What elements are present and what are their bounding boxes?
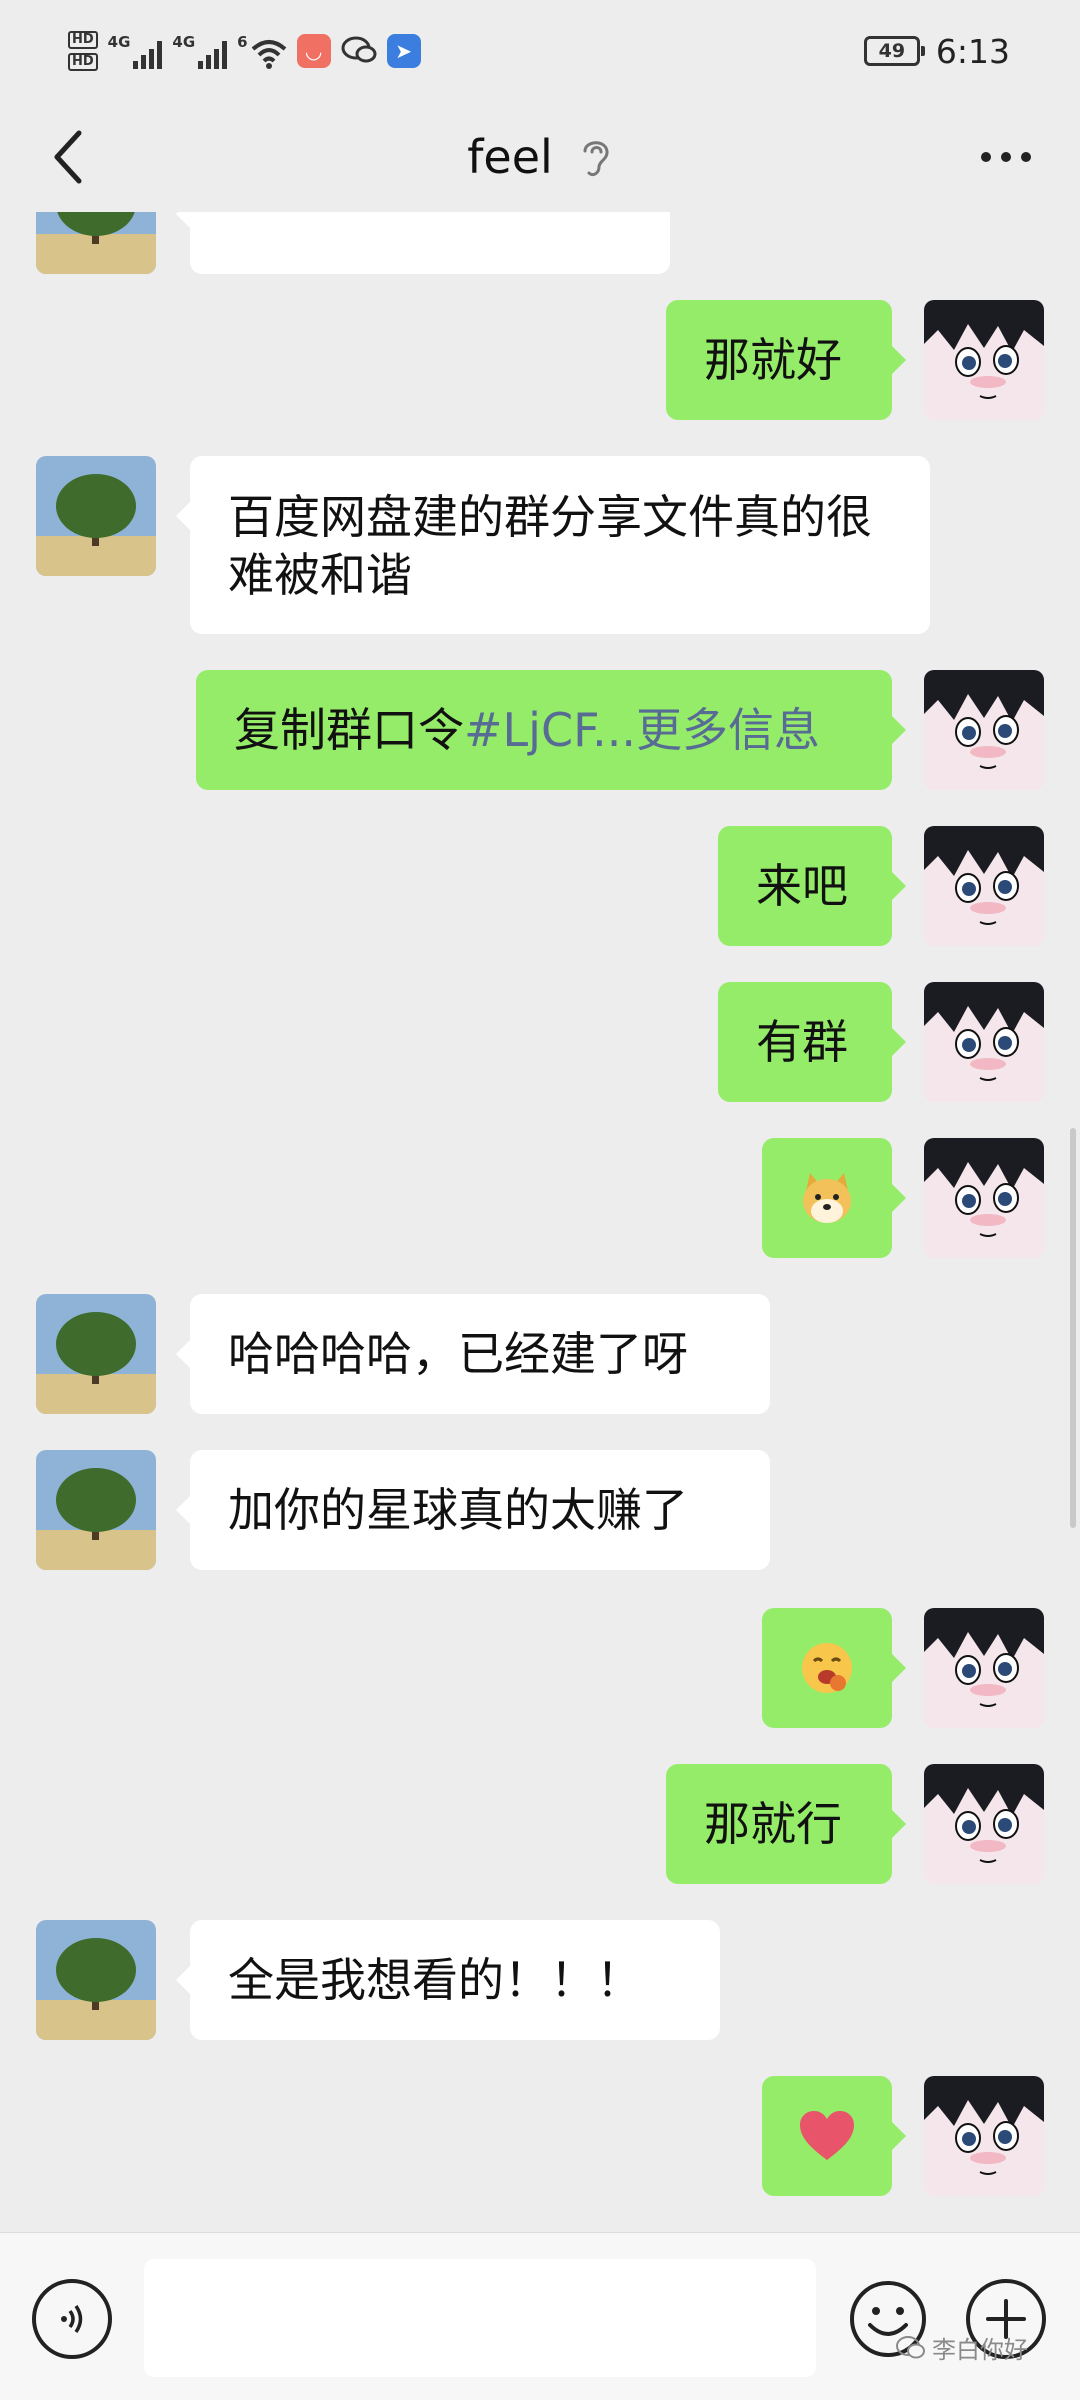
dot bbox=[1021, 152, 1031, 162]
self-avatar-image bbox=[924, 1608, 1044, 1728]
self-avatar[interactable] bbox=[924, 1138, 1044, 1258]
voice-button[interactable] bbox=[32, 2279, 112, 2359]
voice-icon bbox=[61, 2305, 83, 2333]
message-link[interactable]: #LjCF...更多信息 bbox=[464, 703, 820, 757]
self-avatar[interactable] bbox=[924, 1608, 1044, 1728]
chat-header: feel bbox=[0, 100, 1080, 212]
self-avatar-image bbox=[924, 826, 1044, 946]
message-bubble[interactable]: 来吧 bbox=[718, 826, 906, 946]
scrollbar[interactable] bbox=[1070, 1128, 1076, 1528]
network-type-label: 4G bbox=[172, 33, 196, 51]
contact-name: feel bbox=[467, 130, 553, 184]
message-bubble[interactable] bbox=[176, 212, 670, 274]
self-avatar-image bbox=[924, 2076, 1044, 2196]
chat-title: feel bbox=[0, 122, 1080, 192]
chat-bubble-icon bbox=[341, 36, 377, 63]
message-bubble[interactable] bbox=[762, 1608, 906, 1728]
heart-emoji bbox=[800, 2111, 854, 2160]
ear-icon bbox=[583, 141, 609, 177]
wifi-label: 6 bbox=[237, 33, 248, 51]
contact-avatar[interactable] bbox=[36, 1450, 156, 1570]
message-bubble[interactable]: 那就行 bbox=[666, 1764, 906, 1884]
hd-badge: HD bbox=[68, 53, 98, 71]
watermark: 李白你好 bbox=[896, 2330, 1028, 2365]
hd-badge: HD bbox=[68, 31, 98, 49]
self-avatar[interactable] bbox=[924, 670, 1044, 790]
message-bubble[interactable]: 加你的星球真的太赚了 bbox=[176, 1450, 770, 1570]
message-bubble[interactable]: 哈哈哈哈，已经建了呀 bbox=[176, 1294, 770, 1414]
self-avatar-image bbox=[924, 1138, 1044, 1258]
self-avatar-image bbox=[924, 670, 1044, 790]
message-list[interactable]: 那就好 百度网盘建的群分享文件真的很难被和谐 复制群口令#LjCF...更多信息… bbox=[0, 212, 1080, 2232]
watermark-text: 李白你好 bbox=[932, 2336, 1028, 2364]
self-avatar[interactable] bbox=[924, 300, 1044, 420]
status-bar: HD HD 4G 4G 6 ◡ ➤ 49 6:13 bbox=[0, 0, 1080, 100]
signal-1: 4G bbox=[108, 33, 163, 69]
status-right: 49 6:13 bbox=[863, 26, 1010, 76]
clock: 6:13 bbox=[935, 31, 1010, 71]
hd-indicators: HD HD bbox=[68, 31, 98, 71]
notification-app-icon: ◡ bbox=[296, 34, 331, 68]
signal-2: 4G bbox=[172, 33, 228, 69]
signal-bars-icon bbox=[198, 39, 228, 69]
wechat-logo-icon bbox=[896, 2335, 925, 2358]
doge-emoji bbox=[803, 1173, 851, 1223]
status-left: HD HD 4G 4G 6 ◡ ➤ bbox=[68, 26, 421, 76]
contact-avatar[interactable] bbox=[36, 456, 156, 576]
contact-avatar[interactable] bbox=[36, 1920, 156, 2040]
wifi-icon bbox=[251, 40, 286, 69]
message-bubble[interactable]: 全是我想看的！！！ bbox=[176, 1920, 720, 2040]
message-bubble[interactable]: 那就好 bbox=[666, 300, 906, 420]
contact-avatar[interactable] bbox=[36, 1294, 156, 1414]
input-bar bbox=[0, 2232, 1080, 2400]
self-avatar-image bbox=[924, 300, 1044, 420]
signal-bars-icon bbox=[133, 39, 163, 69]
more-options-button[interactable] bbox=[966, 122, 1046, 192]
self-avatar[interactable] bbox=[924, 826, 1044, 946]
self-avatar[interactable] bbox=[924, 2076, 1044, 2196]
message-bubble[interactable]: 百度网盘建的群分享文件真的很难被和谐 bbox=[176, 456, 930, 634]
message-input[interactable] bbox=[144, 2259, 816, 2377]
dot bbox=[981, 152, 991, 162]
hungry-face-emoji bbox=[802, 1643, 852, 1693]
message-bubble[interactable]: 复制群口令#LjCF...更多信息 bbox=[196, 670, 906, 790]
message-text: 复制群口令 bbox=[234, 703, 464, 757]
self-avatar-image bbox=[924, 1764, 1044, 1884]
self-avatar[interactable] bbox=[924, 1764, 1044, 1884]
self-avatar[interactable] bbox=[924, 982, 1044, 1102]
message-bubble[interactable] bbox=[762, 1138, 906, 1258]
network-type-label: 4G bbox=[107, 33, 131, 51]
notification-app-icon: ➤ bbox=[386, 34, 421, 68]
self-avatar-image bbox=[924, 982, 1044, 1102]
battery-icon: 49 bbox=[863, 36, 925, 66]
contact-avatar[interactable] bbox=[36, 212, 156, 274]
message-bubble[interactable] bbox=[762, 2076, 906, 2196]
dot bbox=[1001, 152, 1011, 162]
wifi-indicator: 6 bbox=[237, 33, 286, 69]
message-bubble[interactable]: 有群 bbox=[718, 982, 906, 1102]
